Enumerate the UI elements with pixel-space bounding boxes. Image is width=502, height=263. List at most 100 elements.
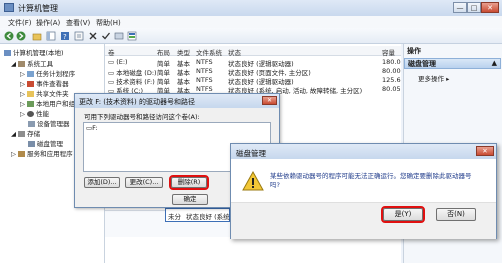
column-type[interactable]: 类型 (177, 47, 190, 57)
disk-management-icon (28, 141, 35, 147)
shared-folder-icon (27, 91, 35, 97)
clock-icon (27, 71, 35, 77)
tree-root[interactable]: 计算机管理(本地) (4, 47, 64, 57)
title-bar (0, 0, 502, 16)
tree-item-performance[interactable]: ▷ 性能 (20, 108, 49, 118)
dialog-close-button[interactable]: ✕ (262, 96, 277, 105)
properties-icon[interactable] (74, 31, 84, 41)
more-actions-link[interactable]: 更多操作 ▸ (418, 73, 449, 83)
confirm-title-bar (231, 144, 496, 159)
dialog-prompt: 可用下列驱动器号和路径访问这个卷(A): (84, 113, 200, 121)
tree-item-event-viewer[interactable]: ▷ 事件查看器 (20, 78, 69, 88)
tree-item-label: 共享文件夹 (36, 90, 69, 98)
tree-item-label: 系统工具 (27, 60, 54, 68)
disk-partition-block[interactable]: 未分 状态良好 (系统 (165, 208, 230, 222)
tree-item-device-manager[interactable]: 设备管理器 (28, 118, 70, 128)
cell-capacity: 80.00 (382, 67, 401, 75)
table-row[interactable]: ▭ 本地磁盘 (D:) 简单 基本 NTFS 状态良好 (页面文件, 主分区) … (105, 66, 401, 77)
confirm-title: 磁盘管理 (236, 149, 266, 158)
ok-button[interactable]: 确定 (172, 194, 208, 205)
tree-root-label: 计算机管理(本地) (13, 49, 64, 57)
collapse-arrow-icon: ▷ (20, 110, 28, 118)
menu-view[interactable]: 查看(V) (66, 18, 90, 28)
collapse-up-icon: ▲ (491, 59, 497, 67)
performance-icon (27, 111, 35, 117)
collapse-arrow-icon: ▷ (20, 80, 28, 88)
drive-icon-label: ▭ (E:) (108, 58, 128, 66)
tree-item-label: 设备管理器 (37, 120, 70, 128)
view-list-icon[interactable] (127, 31, 137, 41)
cell-filesystem: NTFS (196, 85, 213, 93)
expand-arrow-icon: ◢ (11, 60, 19, 68)
forward-icon[interactable] (16, 31, 26, 41)
column-filesystem[interactable]: 文件系统 (196, 47, 222, 57)
tree-item-services[interactable]: ▷ 服务和应用程序 (11, 148, 73, 158)
tree-item-label: 存储 (27, 130, 41, 138)
drive-path-entry[interactable]: ▭F: (86, 124, 98, 132)
tree-item-system-tools[interactable]: ◢ 系统工具 (11, 58, 53, 68)
disk-icon[interactable] (114, 31, 124, 41)
minimize-button[interactable]: — (453, 2, 467, 13)
close-button[interactable]: ✕ (481, 2, 499, 13)
maximize-button[interactable]: □ (467, 2, 481, 13)
add-button[interactable]: 添加(D)... (84, 177, 120, 188)
computer-icon (4, 50, 11, 56)
partition-layout: 未分 (168, 213, 181, 221)
change-button[interactable]: 更改(C)... (125, 177, 163, 188)
tree-item-label: 服务和应用程序 (27, 150, 73, 158)
computer-management-icon (4, 3, 14, 12)
confirm-close-button[interactable]: ✕ (476, 146, 494, 156)
delete-icon[interactable] (88, 31, 98, 41)
actions-header: 操作 (407, 47, 421, 55)
column-capacity[interactable]: 容量 (382, 47, 395, 57)
device-manager-icon (28, 121, 35, 127)
services-icon (18, 151, 26, 157)
yes-button[interactable]: 是(Y) (381, 206, 425, 223)
tree-item-storage[interactable]: ◢ 存储 (11, 128, 40, 138)
tree-item-shared-folders[interactable]: ▷ 共享文件夹 (20, 88, 69, 98)
tree-item-label: 事件查看器 (36, 80, 69, 88)
menu-file[interactable]: 文件(F) (8, 18, 32, 28)
column-layout[interactable]: 布局 (157, 47, 170, 57)
column-volume[interactable]: 卷 (108, 47, 115, 57)
menu-action[interactable]: 操作(A) (36, 18, 60, 28)
window-title: 计算机管理 (18, 4, 58, 13)
table-row[interactable]: ▭ 系统 (C:) 简单 基本 NTFS 状态良好 (系统, 启动, 活动, 故… (105, 84, 401, 95)
users-icon (27, 101, 35, 107)
tree-item-task-scheduler[interactable]: ▷ 任务计划程序 (20, 68, 75, 78)
tree-item-label: 本地用户和组 (36, 100, 76, 108)
check-icon[interactable] (101, 31, 111, 41)
storage-icon (18, 131, 26, 137)
actions-disk-management[interactable]: 磁盘管理 ▲ (404, 58, 501, 69)
svg-text:?: ? (63, 33, 67, 41)
cell-capacity: 80.05 (382, 85, 401, 93)
collapse-arrow-icon: ▷ (20, 100, 28, 108)
event-viewer-icon (27, 81, 35, 87)
partition-status: 状态良好 (系统 (186, 213, 230, 221)
table-row[interactable]: ▭ (E:) 简单 基本 NTFS 状态良好 (逻辑驱动器) 180.0 (105, 57, 401, 68)
no-button[interactable]: 否(N) (436, 208, 476, 221)
cell-capacity: 180.0 (382, 58, 401, 66)
tree-item-label: 性能 (36, 110, 50, 118)
tree-item-label: 磁盘管理 (37, 140, 63, 148)
up-folder-icon[interactable] (32, 31, 42, 41)
cell-filesystem: NTFS (196, 76, 213, 84)
collapse-arrow-icon: ▷ (11, 150, 19, 158)
volume-list-header (105, 46, 401, 56)
dialog-title: 更改 F: (技术资料) 的驱动器号和路径 (79, 98, 195, 106)
confirm-message-line1: 某些依赖驱动器号的程序可能无法正确运行。您确定要删除此驱动器号 (270, 172, 472, 180)
tree-item-local-users[interactable]: ▷ 本地用户和组 (20, 98, 75, 108)
back-icon[interactable] (4, 31, 14, 41)
collapse-arrow-icon: ▷ (20, 70, 28, 78)
remove-button[interactable]: 删除(R) (169, 175, 209, 190)
warning-icon (242, 170, 264, 191)
console-tree-icon[interactable] (46, 31, 56, 41)
help-icon[interactable]: ? (60, 31, 70, 41)
table-row[interactable]: ▭ 技术资料 (F:) 简单 基本 NTFS 状态良好 (逻辑驱动器) 125.… (105, 75, 401, 86)
column-status[interactable]: 状态 (228, 47, 241, 57)
tools-icon (18, 61, 26, 67)
tree-item-disk-management[interactable]: 磁盘管理 (28, 138, 63, 148)
collapse-arrow-icon: ▷ (20, 90, 28, 98)
tree-item-label: 任务计划程序 (36, 70, 76, 78)
menu-help[interactable]: 帮助(H) (96, 18, 121, 28)
